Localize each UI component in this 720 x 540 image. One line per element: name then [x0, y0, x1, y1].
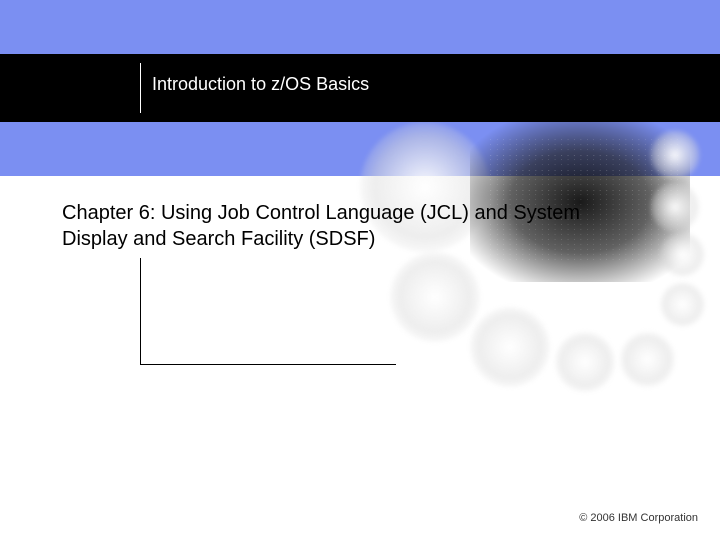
blur-circle-icon: [470, 307, 550, 387]
blur-circle-icon: [555, 332, 615, 392]
title-rule: [140, 63, 141, 113]
copyright-footer: © 2006 IBM Corporation: [0, 512, 720, 524]
decorative-graphic: · · · · · · · · · · · · · · · · · · · · …: [350, 122, 720, 417]
horizontal-rule: [140, 364, 396, 365]
course-title: Introduction to z/OS Basics: [152, 74, 369, 95]
blur-circle-icon: [650, 182, 700, 232]
blur-circle-icon: [390, 252, 480, 342]
chapter-title: Chapter 6: Using Job Control Language (J…: [62, 200, 622, 252]
blur-circle-icon: [620, 332, 675, 387]
blur-circle-icon: [660, 282, 705, 327]
vertical-rule: [140, 258, 141, 364]
blur-circle-icon: [660, 232, 705, 277]
blur-circle-icon: [650, 130, 700, 180]
